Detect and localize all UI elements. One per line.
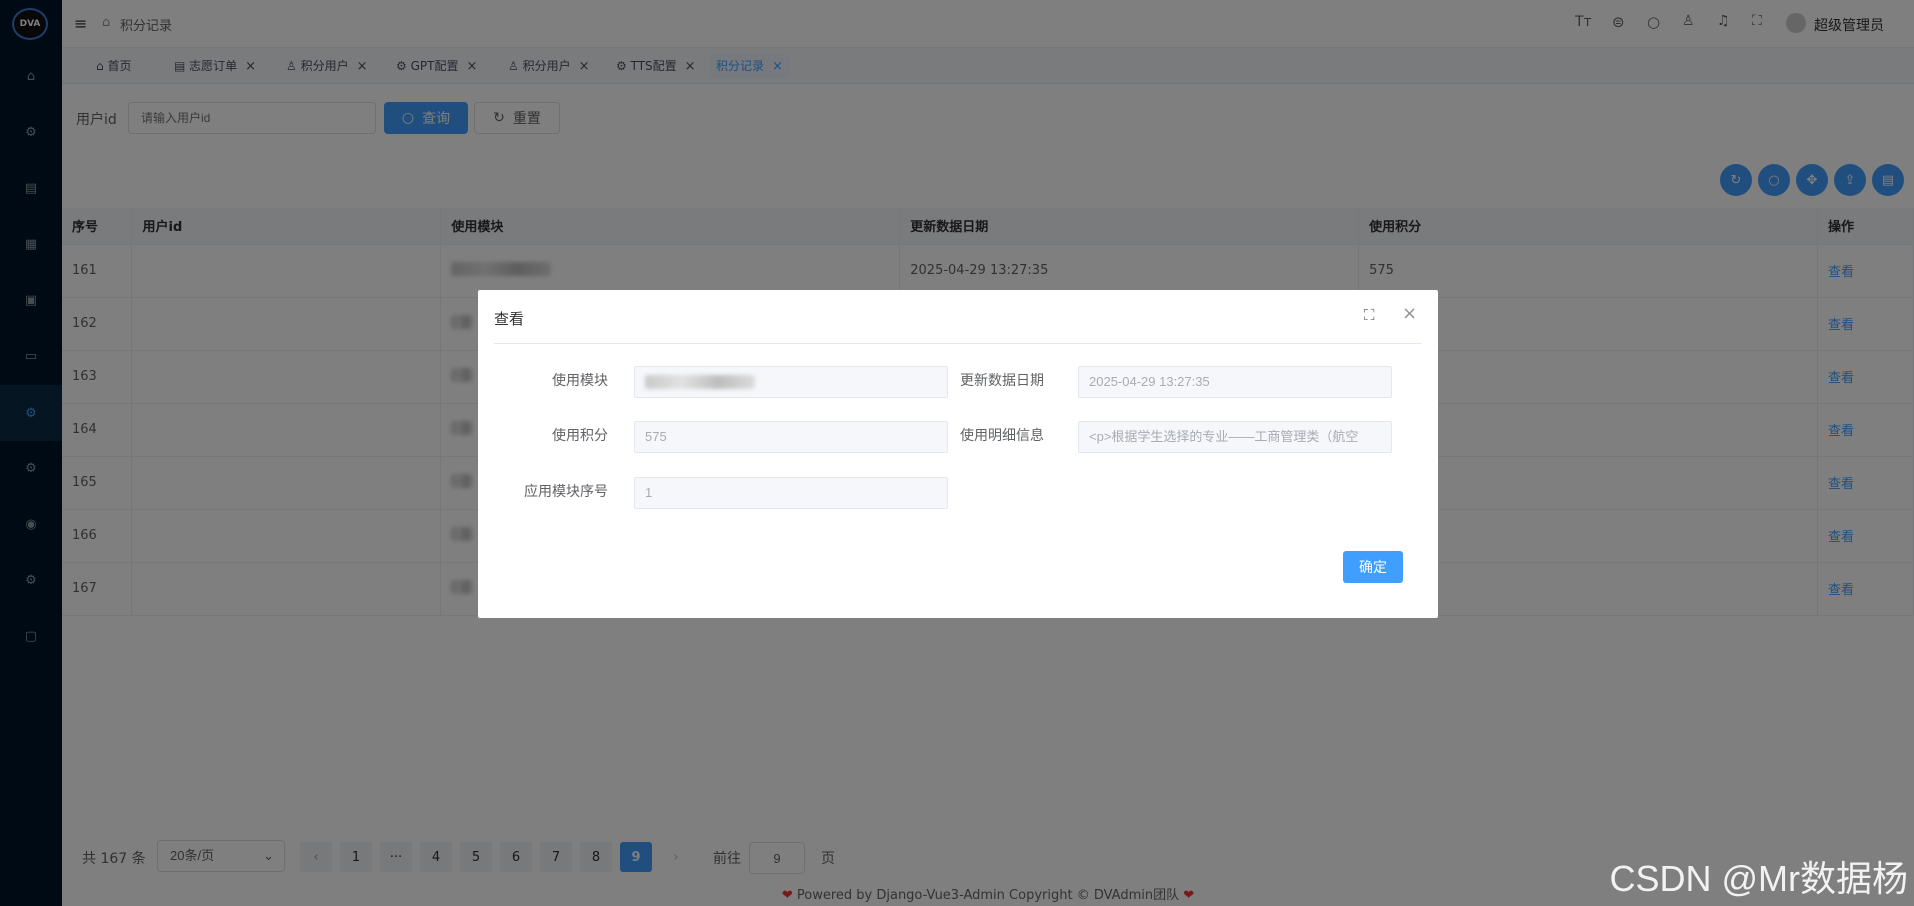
points-field[interactable]: 575 — [634, 421, 948, 453]
index-field[interactable]: 1 — [634, 477, 948, 509]
detail-label: 使用明细信息 — [960, 428, 1044, 444]
detail-field[interactable]: <p>根据学生选择的专业——工商管理类（航空 — [1078, 421, 1392, 453]
fullscreen-icon[interactable]: ⛶ — [1364, 306, 1375, 324]
watermark: CSDN @Mr数据杨 — [1609, 858, 1908, 899]
module-field[interactable] — [634, 366, 948, 398]
index-label: 应用模块序号 — [524, 484, 608, 500]
date-field[interactable]: 2025-04-29 13:27:35 — [1078, 366, 1392, 398]
close-icon[interactable]: × — [1402, 303, 1417, 324]
view-dialog: 查看 ⛶ × 使用模块 更新数据日期 2025-04-29 13:27:35 使… — [478, 290, 1438, 618]
module-label: 使用模块 — [552, 373, 608, 389]
confirm-button[interactable]: 确定 — [1343, 551, 1403, 583]
points-label: 使用积分 — [552, 428, 608, 444]
dialog-title: 查看 — [494, 310, 525, 328]
date-label: 更新数据日期 — [960, 373, 1044, 389]
redacted-text — [645, 375, 755, 389]
dialog-divider — [494, 343, 1422, 344]
